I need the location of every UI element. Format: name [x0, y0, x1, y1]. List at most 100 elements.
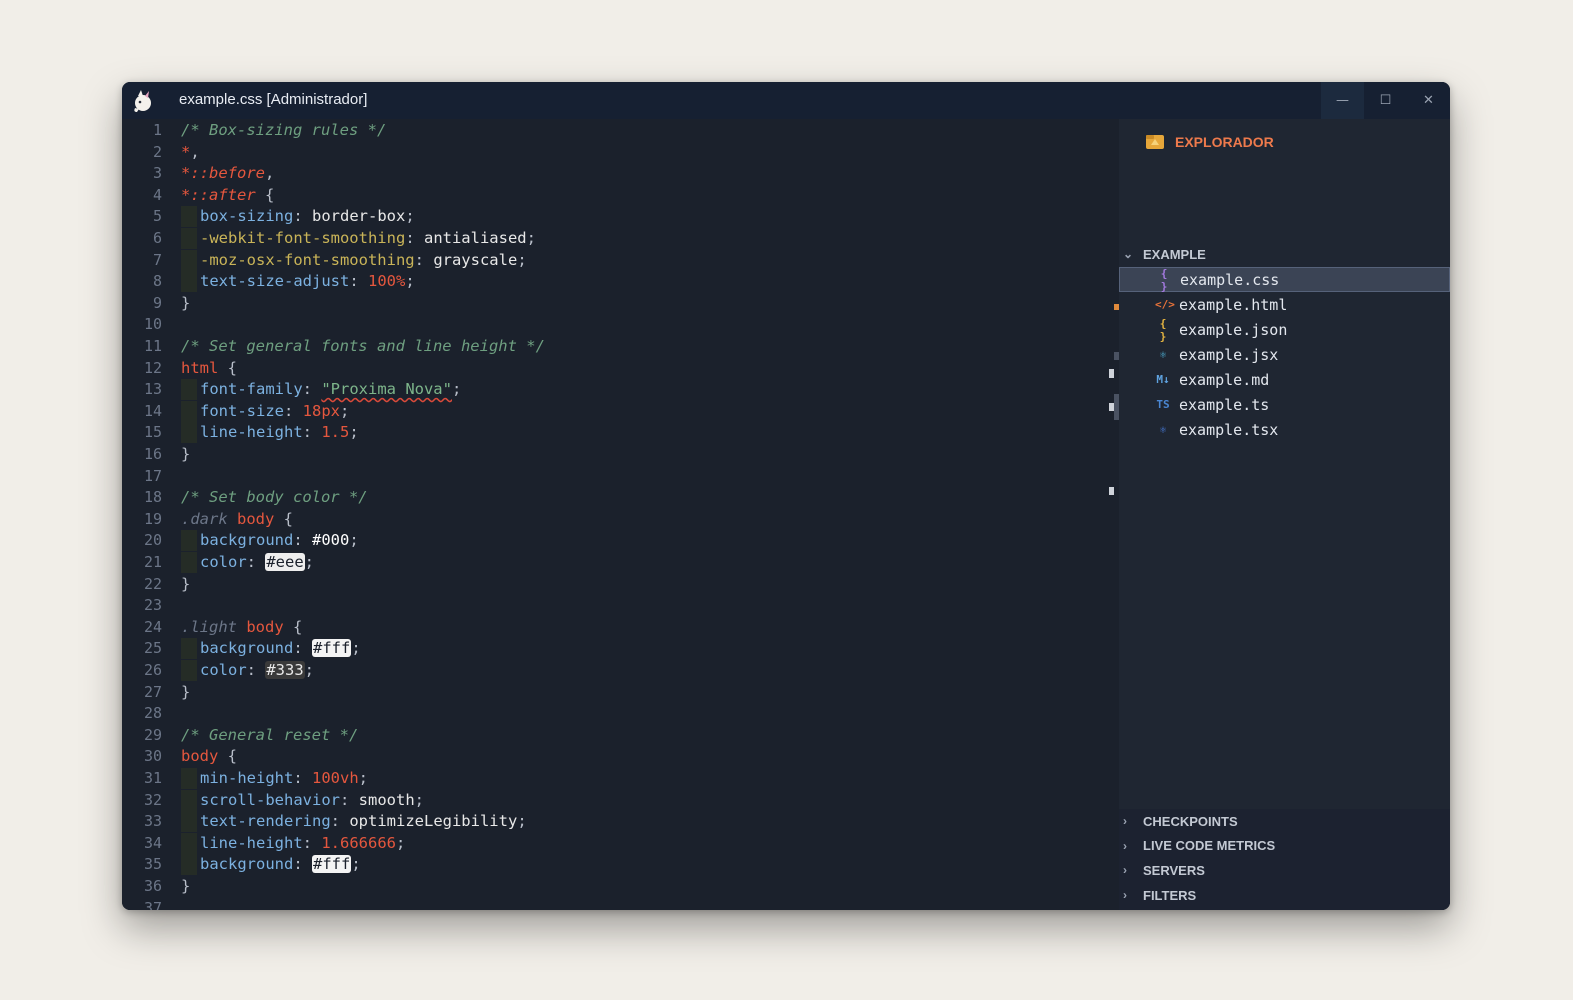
- code-line[interactable]: 37: [122, 898, 1119, 910]
- code-line[interactable]: 30 body {: [122, 746, 1119, 767]
- code-line[interactable]: 24 .light body {: [122, 617, 1119, 638]
- section-header[interactable]: › CHECKPOINTS: [1119, 810, 1450, 832]
- close-button[interactable]: ✕: [1407, 82, 1450, 119]
- section-label: FILTERS: [1143, 887, 1197, 903]
- code-line[interactable]: 14 font-size: 18px;: [122, 400, 1119, 422]
- code-token: #333: [265, 661, 305, 679]
- file-name: example.jsx: [1179, 345, 1279, 364]
- code-text: *::before,: [181, 163, 274, 184]
- react-icon: ⚛: [1159, 423, 1167, 436]
- code-line[interactable]: 23: [122, 595, 1119, 616]
- chevron-right-icon: ›: [1123, 838, 1127, 853]
- code-line[interactable]: 36}: [122, 876, 1119, 897]
- file-item[interactable]: </> example.html: [1119, 292, 1450, 317]
- code-token: min-height: [200, 769, 294, 787]
- file-item[interactable]: TS example.ts: [1119, 392, 1450, 417]
- code-text: -moz-osx-font-smoothing: grayscale;: [200, 250, 527, 271]
- code-text: text-rendering: optimizeLegibility;: [200, 811, 527, 832]
- title-bar[interactable]: example.css [Administrador] — ☐ ✕: [122, 82, 1450, 119]
- line-number: 27: [143, 682, 162, 701]
- minimize-button[interactable]: —: [1321, 82, 1364, 119]
- section-header[interactable]: › LIVE CODE METRICS: [1119, 835, 1450, 857]
- code-line[interactable]: 10: [122, 314, 1119, 335]
- code-line[interactable]: 2 *,: [122, 142, 1119, 163]
- code-token: px: [321, 401, 341, 420]
- code-token: 100: [367, 272, 396, 291]
- code-token: {: [283, 617, 303, 636]
- indent-guide: [181, 638, 197, 660]
- code-line[interactable]: 26 color: #333;: [122, 660, 1119, 681]
- code-line[interactable]: 9}: [122, 293, 1119, 314]
- section-header[interactable]: › FILTERS: [1119, 884, 1450, 906]
- code-line[interactable]: 35 background: #fff;: [122, 854, 1119, 876]
- code-text: font-family: "Proxima Nova";: [200, 379, 461, 400]
- code-editor[interactable]: 1/* Box-sizing rules */2 *, 3 *::before, 4 *:…: [122, 119, 1119, 910]
- code-line[interactable]: 32 scroll-behavior: smooth;: [122, 789, 1119, 811]
- line-number: 33: [143, 812, 162, 831]
- code-line[interactable]: 15 line-height: 1.5;: [122, 422, 1119, 444]
- file-item[interactable]: ⚛ example.jsx: [1119, 342, 1450, 367]
- code-line[interactable]: 18 /* Set body color */: [122, 487, 1119, 508]
- line-number: 36: [143, 877, 162, 895]
- code-line[interactable]: 6 -webkit-font-smoothing: antialiased;: [122, 228, 1119, 249]
- chevron-right-icon: ›: [1123, 888, 1127, 903]
- code-token: :: [330, 812, 350, 831]
- code-line[interactable]: 17: [122, 466, 1119, 487]
- code-line[interactable]: 28: [122, 703, 1119, 724]
- code-token: ;: [304, 661, 315, 679]
- code-line[interactable]: 25 background: #fff;: [122, 638, 1119, 660]
- code-line[interactable]: 13 font-family: "Proxima Nova";: [122, 379, 1119, 401]
- code-text: body {: [181, 746, 237, 767]
- code-token: ;: [405, 207, 415, 226]
- line-number: 34: [143, 833, 162, 852]
- code-line[interactable]: 12 html {: [122, 358, 1119, 379]
- code-line[interactable]: 3 *::before,: [122, 163, 1119, 184]
- code-line[interactable]: 31 min-height: 100vh;: [122, 768, 1119, 789]
- code-text: /* Box-sizing rules */: [181, 120, 386, 141]
- code-line[interactable]: 5 box-sizing: border-box;: [122, 206, 1119, 228]
- code-token: line-height: [200, 423, 303, 442]
- code-token: :: [349, 272, 368, 291]
- code-token: *: [181, 164, 191, 183]
- code-line[interactable]: 29 /* General reset */: [122, 725, 1119, 746]
- line-number: 20: [143, 531, 162, 550]
- code-token: optimizeLegibility: [349, 812, 518, 831]
- file-item[interactable]: { } example.css: [1119, 267, 1450, 293]
- code-line[interactable]: 4 *::after {: [122, 185, 1119, 206]
- code-token: 1.5: [321, 423, 350, 442]
- code-line[interactable]: 16}: [122, 444, 1119, 465]
- code-line[interactable]: 7 -moz-osx-font-smoothing: grayscale;: [122, 249, 1119, 271]
- code-token: 100: [312, 769, 340, 787]
- code-line[interactable]: 27}: [122, 682, 1119, 703]
- line-number: 29: [143, 725, 162, 744]
- code-token: *: [181, 185, 191, 204]
- section-header[interactable]: › SERVERS: [1119, 859, 1450, 881]
- folder-example[interactable]: ⌄ EXAMPLE: [1119, 243, 1450, 265]
- code-line[interactable]: 20 background: #000;: [122, 530, 1119, 552]
- code-line[interactable]: 34 line-height: 1.666666;: [122, 832, 1119, 854]
- file-item[interactable]: M↓ example.md: [1119, 367, 1450, 392]
- code-line[interactable]: 11 /* Set general fonts and line height *…: [122, 336, 1119, 357]
- line-number: 15: [143, 423, 162, 442]
- code-token: :: [246, 553, 266, 571]
- line-number: 26: [143, 661, 162, 679]
- code-token: :: [339, 790, 359, 809]
- indent-guide: [181, 379, 197, 401]
- file-item[interactable]: { } example.json: [1119, 317, 1450, 343]
- file-item[interactable]: ⚛ example.tsx: [1119, 417, 1450, 442]
- code-line[interactable]: 33 text-rendering: optimizeLegibility;: [122, 811, 1119, 833]
- code-line[interactable]: 19 .dark body {: [122, 509, 1119, 530]
- code-line[interactable]: 21 color: #eee;: [122, 552, 1119, 573]
- code-line[interactable]: 22}: [122, 574, 1119, 595]
- code-text: }: [181, 444, 190, 465]
- code-token: body: [227, 509, 275, 528]
- editor-window: example.css [Administrador] — ☐ ✕ 1 /* Bo…: [122, 82, 1450, 910]
- code-text: line-height: 1.666666;: [200, 833, 405, 854]
- code-token: }: [181, 877, 191, 895]
- code-text: color: #eee;: [200, 552, 314, 573]
- file-name: example.html: [1179, 295, 1288, 314]
- maximize-button[interactable]: ☐: [1364, 82, 1407, 119]
- code-line[interactable]: 8 text-size-adjust: 100%;: [122, 271, 1119, 293]
- code-token: :: [293, 531, 312, 550]
- code-line[interactable]: 1 /* Box-sizing rules */: [122, 120, 1119, 141]
